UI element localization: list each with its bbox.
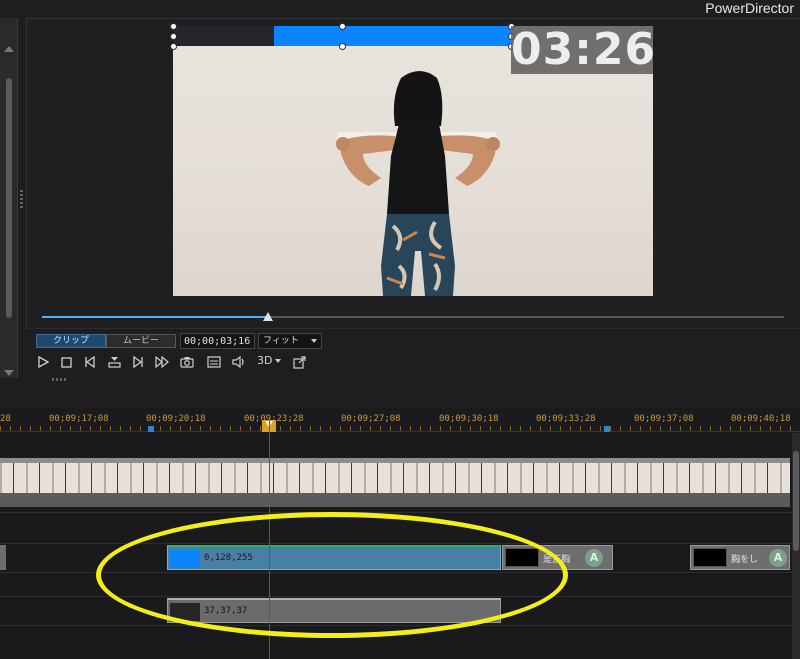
ruler-label: 00;09;37;08: [634, 414, 694, 424]
prev-frame-button[interactable]: [81, 353, 99, 371]
title-a-icon: A: [585, 549, 603, 567]
3d-mode-button[interactable]: 3D: [257, 354, 282, 367]
prev-frame-icon: [85, 356, 95, 368]
scroll-up-icon[interactable]: [4, 46, 14, 52]
fit-label: フィット: [263, 336, 299, 346]
clip-thumbnail: [693, 548, 727, 567]
stop-icon: [60, 356, 72, 368]
panel-splitter[interactable]: [20, 190, 23, 208]
subtitle-button[interactable]: [205, 353, 223, 371]
play-icon: [38, 356, 49, 368]
progress-fill: [274, 26, 511, 46]
chevron-down-icon: [275, 359, 282, 363]
ruler-label: 00;09;30;18: [439, 414, 499, 424]
clip-thumbnail: [170, 603, 200, 621]
track-divider: [0, 572, 792, 573]
resize-handle[interactable]: [170, 43, 177, 50]
left-scrollbar-thumb[interactable]: [6, 78, 12, 318]
undock-button[interactable]: [290, 353, 308, 371]
resize-handle[interactable]: [339, 23, 346, 30]
clip-edge[interactable]: [0, 545, 6, 570]
ruler-label: 00;09;27;08: [341, 414, 401, 424]
play-button[interactable]: [34, 353, 52, 371]
ruler-label: 00;09;20;18: [146, 414, 206, 424]
ruler-label: 28: [0, 414, 11, 424]
scrubber-played: [42, 316, 269, 318]
resize-handle[interactable]: [170, 23, 177, 30]
fast-forward-button[interactable]: [153, 353, 171, 371]
timeline-scrollbar[interactable]: [792, 433, 800, 659]
snapshot-button[interactable]: [178, 353, 196, 371]
track-divider: [0, 512, 792, 513]
resize-handle[interactable]: [339, 43, 346, 50]
tab-clip[interactable]: クリップ: [36, 334, 106, 348]
timeline-scrollbar-thumb[interactable]: [793, 451, 799, 551]
timeline-marker[interactable]: [148, 426, 154, 432]
chevron-down-icon: [311, 339, 317, 343]
track-divider: [0, 625, 792, 626]
powerdirector-window: PowerDirector 03:26 クリップ ムービー 00;00;03;1…: [0, 0, 800, 659]
next-frame-icon: [133, 356, 143, 368]
ruler-label: 00;09;33;28: [536, 414, 596, 424]
title-clip[interactable]: 是正胸 A: [502, 545, 613, 570]
playback-controls: クリップ ムービー 00;00;03;16 フィット 3D: [26, 328, 800, 376]
video-clip-filmstrip[interactable]: [0, 463, 790, 493]
split-button[interactable]: [105, 353, 123, 371]
panel-resize-grip[interactable]: [52, 378, 66, 381]
ruler-label: 00;09;40;18: [731, 414, 791, 424]
title-clip[interactable]: 胸をし A: [690, 545, 790, 570]
3d-label: 3D: [257, 354, 273, 367]
stop-button[interactable]: [57, 353, 75, 371]
ruler-ticks: [0, 426, 800, 431]
clip-label: 37,37,37: [204, 606, 248, 616]
clip-thumbnail: [505, 548, 539, 567]
clip-label: 胸をし: [731, 555, 759, 565]
scroll-down-icon[interactable]: [4, 370, 14, 376]
timecode-field[interactable]: 00;00;03;16: [180, 333, 255, 349]
fast-forward-icon: [155, 356, 169, 368]
app-title: PowerDirector: [705, 0, 794, 16]
clip-label: 0,128,255: [204, 553, 253, 563]
subtitle-icon: [207, 356, 221, 368]
tab-movie[interactable]: ムービー: [106, 334, 176, 348]
clip-thumbnail: [170, 550, 200, 568]
left-panel: [0, 18, 18, 378]
clip-label: 是正胸: [543, 555, 571, 565]
color-board-clip-grey[interactable]: 37,37,37: [167, 598, 501, 623]
timeline-marker[interactable]: [604, 426, 610, 432]
audio-waveform-strip[interactable]: [0, 493, 790, 507]
volume-icon: [232, 356, 244, 368]
playhead-line[interactable]: [269, 420, 270, 659]
volume-button[interactable]: [230, 353, 248, 371]
track-divider: [0, 596, 792, 597]
undock-icon: [292, 355, 306, 369]
timeline-ruler[interactable]: 28 00;09;17;08 00;09;20;18 00;09;23;28 0…: [0, 408, 800, 432]
color-board-clip-blue[interactable]: 0,128,255: [167, 545, 501, 570]
track-divider: [0, 543, 792, 544]
title-a-icon: A: [769, 549, 787, 567]
ruler-label: 00;09;17;08: [49, 414, 109, 424]
zoom-fit-select[interactable]: フィット: [258, 333, 322, 349]
next-frame-button[interactable]: [129, 353, 147, 371]
preview-scrubber[interactable]: [42, 316, 784, 318]
countdown-timer: 03:26: [511, 24, 657, 75]
snapshot-icon: [180, 357, 194, 368]
resize-handle[interactable]: [170, 33, 177, 40]
split-icon: [107, 356, 121, 368]
scrubber-knob[interactable]: [263, 312, 273, 321]
